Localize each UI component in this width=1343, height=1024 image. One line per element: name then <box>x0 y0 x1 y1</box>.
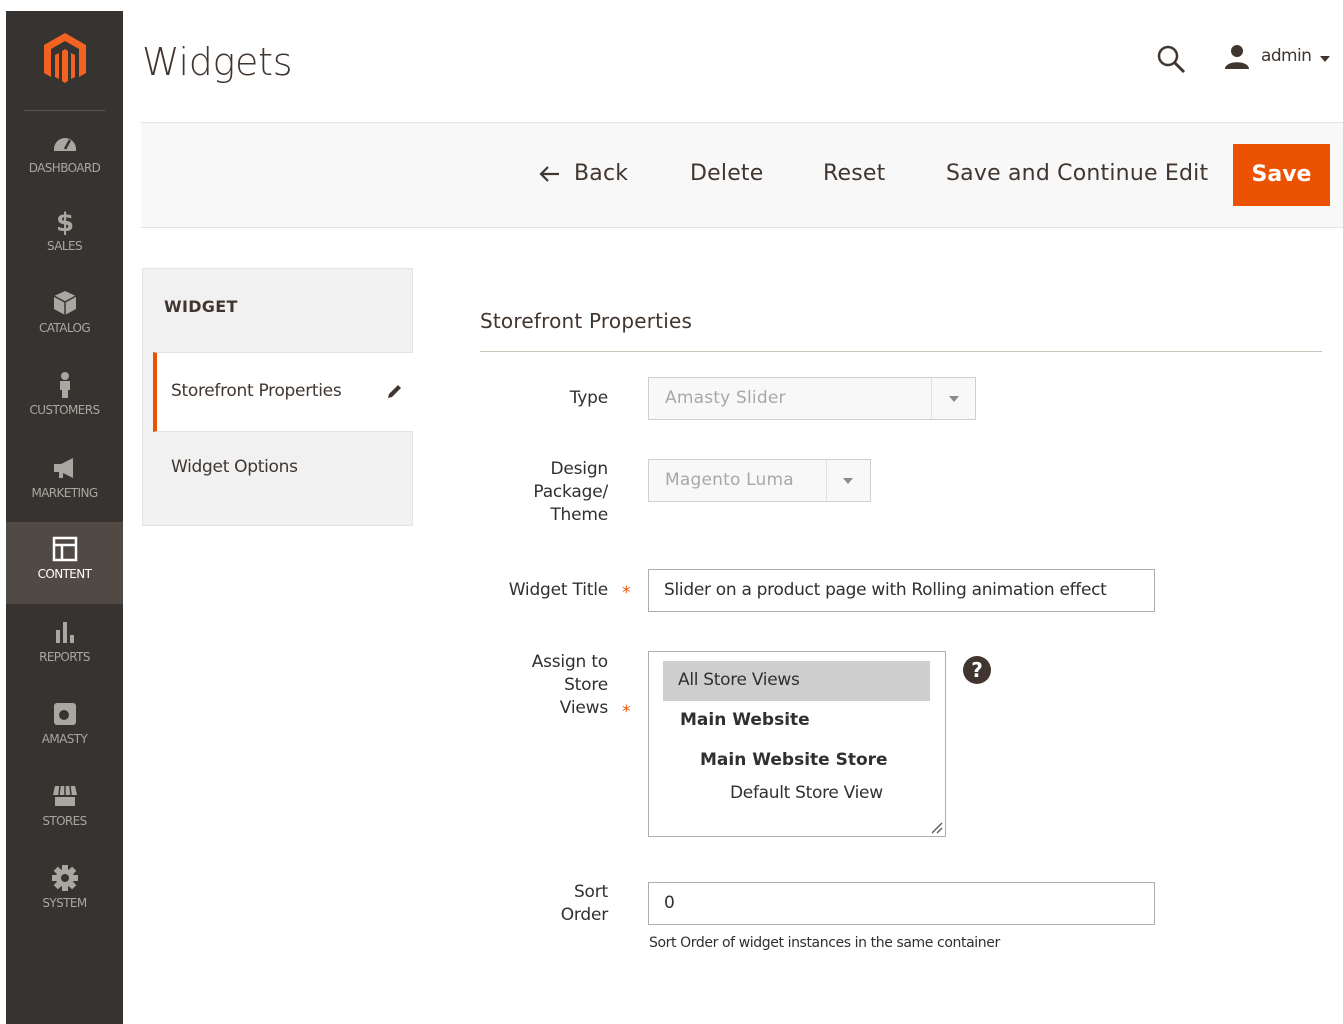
option-main-website-store[interactable]: Main Website Store <box>700 750 888 770</box>
sidebar-item-sales[interactable]: $ SALES <box>6 207 123 289</box>
bar-chart-icon <box>55 622 74 643</box>
option-main-website[interactable]: Main Website <box>680 710 810 730</box>
admin-sidebar: DASHBOARD $ SALES CATALOG CUSTOMERS MARK… <box>6 11 123 1024</box>
user-menu[interactable]: admin <box>1261 46 1312 66</box>
search-icon[interactable] <box>1155 43 1187 75</box>
sidebar-item-stores[interactable]: STORES <box>6 782 123 864</box>
design-label: Design Package/ Theme <box>533 459 608 525</box>
layout-icon <box>52 536 77 562</box>
dashboard-icon <box>53 138 76 151</box>
magento-logo[interactable] <box>6 11 123 111</box>
tabs-title: WIDGET <box>164 297 238 316</box>
type-select[interactable]: Amasty Slider <box>648 377 976 420</box>
sidebar-divider <box>24 110 105 111</box>
help-icon[interactable]: ? <box>962 655 992 685</box>
reset-button[interactable]: Reset <box>823 161 885 186</box>
tab-widget-options[interactable]: Widget Options <box>171 457 298 477</box>
sidebar-item-reports[interactable]: REPORTS <box>6 618 123 700</box>
amasty-icon <box>53 703 76 725</box>
sidebar-item-catalog[interactable]: CATALOG <box>6 289 123 371</box>
sort-order-input[interactable]: 0 <box>648 882 1155 925</box>
sort-order-label: Sort Order <box>560 882 609 925</box>
design-theme-select[interactable]: Magento Luma <box>648 459 871 502</box>
user-icon[interactable] <box>1223 44 1251 70</box>
widget-title-label: Widget Title <box>508 580 609 600</box>
svg-text:$: $ <box>55 208 73 235</box>
gear-icon <box>51 865 78 891</box>
page-actions-toolbar: Back Delete Reset Save and Continue Edit… <box>141 122 1343 228</box>
arrow-left-icon <box>539 165 559 182</box>
magento-logo-icon <box>44 33 86 83</box>
sort-order-note: Sort Order of widget instances in the sa… <box>649 935 1000 951</box>
section-divider <box>480 351 1322 352</box>
chevron-down-icon[interactable] <box>1319 55 1331 63</box>
tab-storefront-properties[interactable]: Storefront Properties <box>153 352 413 432</box>
sidebar-item-dashboard[interactable]: DASHBOARD <box>6 129 123 211</box>
store-views-multiselect[interactable]: All Store Views Main Website Main Websit… <box>648 651 946 837</box>
save-and-continue-button[interactable]: Save and Continue Edit <box>946 161 1208 186</box>
sidebar-item-amasty[interactable]: AMASTY <box>6 700 123 782</box>
back-button[interactable]: Back <box>538 161 628 186</box>
save-button[interactable]: Save <box>1233 144 1330 206</box>
chevron-down-icon <box>843 478 853 484</box>
person-icon <box>59 372 70 398</box>
store-icon <box>52 785 77 806</box>
option-default-store-view[interactable]: Default Store View <box>730 783 883 803</box>
required-mark: * <box>622 583 631 603</box>
sidebar-item-content[interactable]: CONTENT <box>6 522 123 604</box>
megaphone-icon <box>53 458 73 478</box>
widget-title-input[interactable]: Slider on a product page with Rolling an… <box>648 569 1155 612</box>
box-icon <box>53 291 76 315</box>
assign-store-views-label: Assign to Store Views <box>531 652 609 718</box>
chevron-down-icon <box>949 396 959 402</box>
delete-button[interactable]: Delete <box>690 161 763 186</box>
type-label: Type <box>569 388 608 408</box>
dollar-icon: $ <box>55 208 73 235</box>
pencil-icon <box>388 385 401 398</box>
required-mark: * <box>622 702 631 722</box>
resize-handle-icon[interactable] <box>929 820 943 834</box>
option-all-store-views[interactable]: All Store Views <box>663 661 930 701</box>
page-title: Widgets <box>142 40 293 84</box>
widget-tabs: WIDGET Storefront Properties Widget Opti… <box>142 268 413 526</box>
sidebar-item-system[interactable]: SYSTEM <box>6 864 123 946</box>
section-title: Storefront Properties <box>480 309 693 333</box>
svg-text:?: ? <box>971 658 983 682</box>
sidebar-item-customers[interactable]: CUSTOMERS <box>6 371 123 453</box>
